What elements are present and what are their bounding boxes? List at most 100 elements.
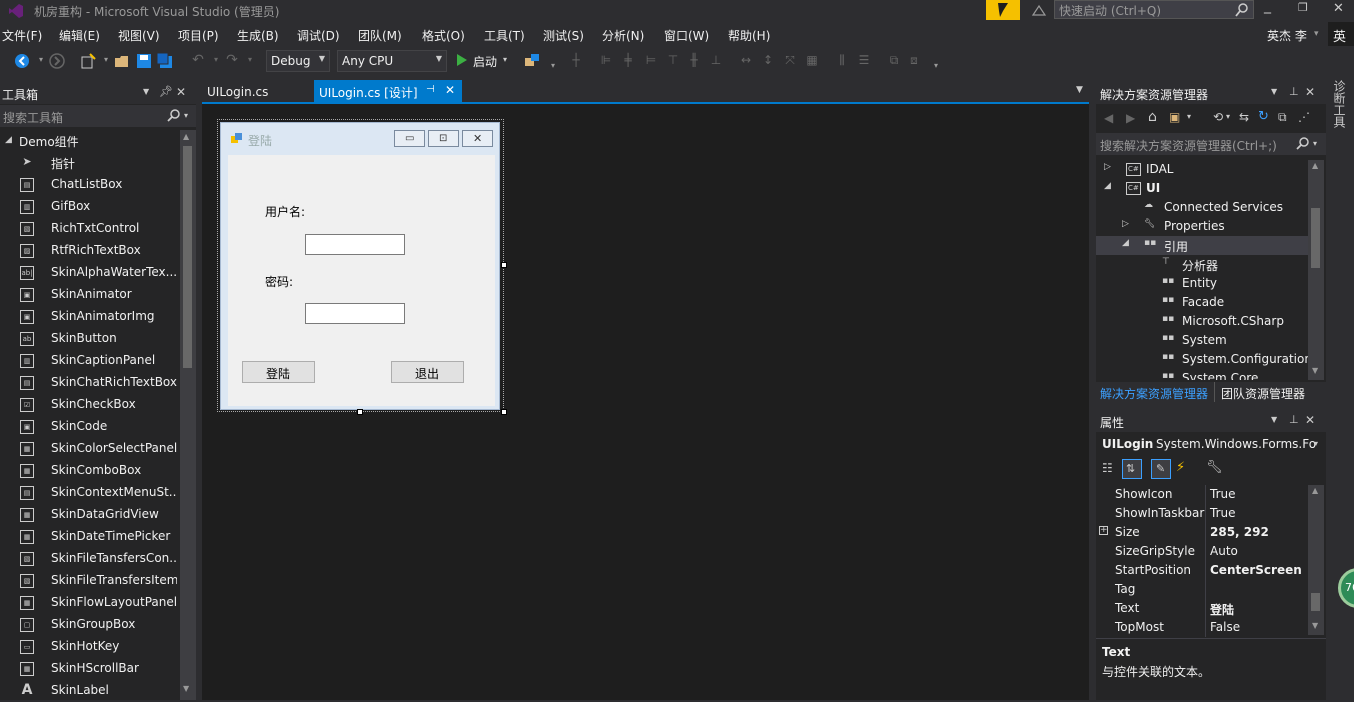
events-icon[interactable]: ⚡: [1176, 460, 1185, 475]
toolbox-item[interactable]: ▦ SkinDateTimePicker: [0, 526, 180, 548]
bring-to-front-icon[interactable]: ⧉: [886, 52, 902, 68]
properties-scrollbar[interactable]: ▲ ▼: [1308, 485, 1324, 635]
sync-view-icon[interactable]: ▣: [1169, 110, 1180, 124]
toolbox-item[interactable]: ▭ SkinHotKey: [0, 636, 180, 658]
toolbox-item[interactable]: ab SkinButton: [0, 328, 180, 350]
menu-view[interactable]: 视图(V): [118, 27, 160, 44]
align-centers-icon[interactable]: ╪: [620, 52, 636, 68]
make-same-size-icon[interactable]: ⤧: [782, 52, 798, 68]
toolbox-item[interactable]: ▥ SkinCaptionPanel: [0, 350, 180, 372]
scroll-down-icon[interactable]: ▼: [183, 684, 189, 693]
tree-node[interactable]: ▷ C# IDAL: [1096, 160, 1308, 179]
menu-tools[interactable]: 工具(T): [484, 27, 525, 44]
home-icon[interactable]: ⌂: [1148, 109, 1157, 125]
toolbox-group[interactable]: ◢ Demo组件: [0, 130, 180, 152]
collapse-arrow-icon[interactable]: ◢: [1104, 181, 1111, 191]
property-value[interactable]: True: [1210, 487, 1236, 501]
pending-changes-icon[interactable]: ⟲: [1213, 110, 1223, 124]
make-same-width-icon[interactable]: ↔: [738, 52, 754, 68]
toolbox-item[interactable]: ▦ SkinDataGridView: [0, 504, 180, 526]
menu-analyze[interactable]: 分析(N): [602, 27, 644, 44]
layout-dropdown-icon[interactable]: ▾: [928, 58, 944, 74]
collapse-arrow-icon[interactable]: ◢: [1122, 238, 1129, 248]
tab-team-explorer[interactable]: 团队资源管理器: [1221, 385, 1305, 402]
tree-node[interactable]: ▪▪ System.Core: [1096, 369, 1308, 380]
make-same-height-icon[interactable]: ↕: [760, 52, 776, 68]
menu-project[interactable]: 项目(P): [178, 27, 219, 44]
toolbox-item[interactable]: ☑ SkinCheckBox: [0, 394, 180, 416]
menu-help[interactable]: 帮助(H): [728, 27, 770, 44]
menu-edit[interactable]: 编辑(E): [59, 27, 100, 44]
align-to-grid-icon[interactable]: ┼: [568, 52, 584, 68]
form-minimize-button[interactable]: ▭: [394, 130, 425, 147]
restore-button[interactable]: ❐: [1298, 1, 1308, 14]
toolbox-item[interactable]: ▥ GifBox: [0, 196, 180, 218]
toolbox-item[interactable]: ▤ SkinContextMenuSt...: [0, 482, 180, 504]
tab-uilogin-designer[interactable]: UILogin.cs [设计] ⊣ ✕: [314, 80, 462, 102]
new-dropdown-icon[interactable]: ▾: [98, 52, 114, 68]
align-bottoms-icon[interactable]: ⊥: [708, 52, 724, 68]
expand-arrow-icon[interactable]: ▷: [1104, 162, 1111, 172]
toolbox-item[interactable]: ab| SkinAlphaWaterTex...: [0, 262, 180, 284]
pin-icon[interactable]: ⊥: [1289, 413, 1299, 426]
resize-handle-corner[interactable]: [501, 409, 507, 415]
form-maximize-button[interactable]: ⊡: [428, 130, 459, 147]
pin-icon[interactable]: ⊥: [1289, 85, 1299, 98]
size-to-grid-icon[interactable]: ▦: [804, 52, 820, 68]
tree-node[interactable]: ▪▪ Entity: [1096, 274, 1308, 293]
notification-icon[interactable]: [1030, 3, 1048, 19]
tab-list-dropdown-icon[interactable]: ▼: [1076, 85, 1083, 95]
property-value[interactable]: 285, 292: [1210, 525, 1269, 539]
toolbox-item[interactable]: ▣ SkinAnimatorImg: [0, 306, 180, 328]
tree-node[interactable]: ◢ C# UI: [1096, 179, 1308, 198]
menu-test[interactable]: 测试(S): [543, 27, 584, 44]
undo-icon[interactable]: ↶: [190, 52, 206, 68]
vertical-spacing-icon[interactable]: ☰: [856, 52, 872, 68]
align-rights-icon[interactable]: ⊨: [643, 52, 659, 68]
property-row[interactable]: StartPosition CenterScreen: [1097, 561, 1307, 580]
exit-button[interactable]: 退出: [391, 361, 464, 383]
close-icon[interactable]: ✕: [176, 85, 186, 99]
property-row[interactable]: TopMost False: [1097, 618, 1307, 637]
toolbox-item[interactable]: ▣ SkinCode: [0, 416, 180, 438]
form-close-button[interactable]: ✕: [462, 130, 493, 147]
feedback-flag-button[interactable]: [986, 0, 1020, 20]
property-row[interactable]: + Size 285, 292: [1097, 523, 1307, 542]
back-icon[interactable]: [14, 53, 30, 69]
ime-indicator[interactable]: 英: [1328, 22, 1354, 46]
tree-node[interactable]: ▪▪ System: [1096, 331, 1308, 350]
sync-dropdown-icon[interactable]: ▾: [1187, 112, 1191, 121]
menu-team[interactable]: 团队(M): [358, 27, 402, 44]
property-row[interactable]: ShowInTaskbar True: [1097, 504, 1307, 523]
minimize-button[interactable]: _: [1264, 0, 1271, 14]
property-value[interactable]: True: [1210, 506, 1236, 520]
solution-config-select[interactable]: Debug ▼: [266, 50, 330, 72]
tree-node[interactable]: ☁ Connected Services: [1096, 198, 1308, 217]
user-chevron-icon[interactable]: ▾: [1314, 29, 1319, 39]
quick-launch-box[interactable]: 快速启动 (Ctrl+Q): [1054, 0, 1254, 19]
panel-menu-icon[interactable]: ▼: [1271, 415, 1277, 424]
redo-icon[interactable]: ↷: [224, 52, 240, 68]
toolbox-item[interactable]: ▦ SkinColorSelectPanel: [0, 438, 180, 460]
scrollbar-thumb[interactable]: [1311, 208, 1320, 268]
forward-icon[interactable]: [49, 53, 65, 69]
login-form[interactable]: 登陆 ▭ ⊡ ✕ 用户名: 密码: 登陆 退出: [220, 122, 500, 410]
align-tops-icon[interactable]: ⊤: [665, 52, 681, 68]
platform-select[interactable]: Any CPU ▼: [337, 50, 447, 72]
collapse-all-icon[interactable]: ⧉: [1278, 110, 1287, 125]
expand-property-icon[interactable]: +: [1099, 526, 1108, 535]
tree-node[interactable]: ▪▪ System.Configuration: [1096, 350, 1308, 369]
scroll-down-icon[interactable]: ▼: [1312, 621, 1318, 630]
object-selector[interactable]: UILogin System.Windows.Forms.Fo ▾: [1096, 434, 1326, 456]
property-pages-icon[interactable]: 🔧︎: [1206, 460, 1223, 475]
property-value[interactable]: 登陆: [1210, 601, 1234, 618]
scrollbar-thumb[interactable]: [1311, 593, 1320, 611]
resize-handle-right[interactable]: [501, 262, 507, 268]
toolbox-item[interactable]: ▣ SkinAnimator: [0, 284, 180, 306]
menu-format[interactable]: 格式(O): [422, 27, 465, 44]
undo-dropdown-icon[interactable]: ▾: [208, 52, 224, 68]
toolbox-item[interactable]: ▦ SkinComboBox: [0, 460, 180, 482]
align-lefts-icon[interactable]: ⊫: [598, 52, 614, 68]
start-debug-button[interactable]: 启动 ▾: [454, 51, 514, 71]
send-to-back-icon[interactable]: ⧈: [906, 52, 922, 68]
